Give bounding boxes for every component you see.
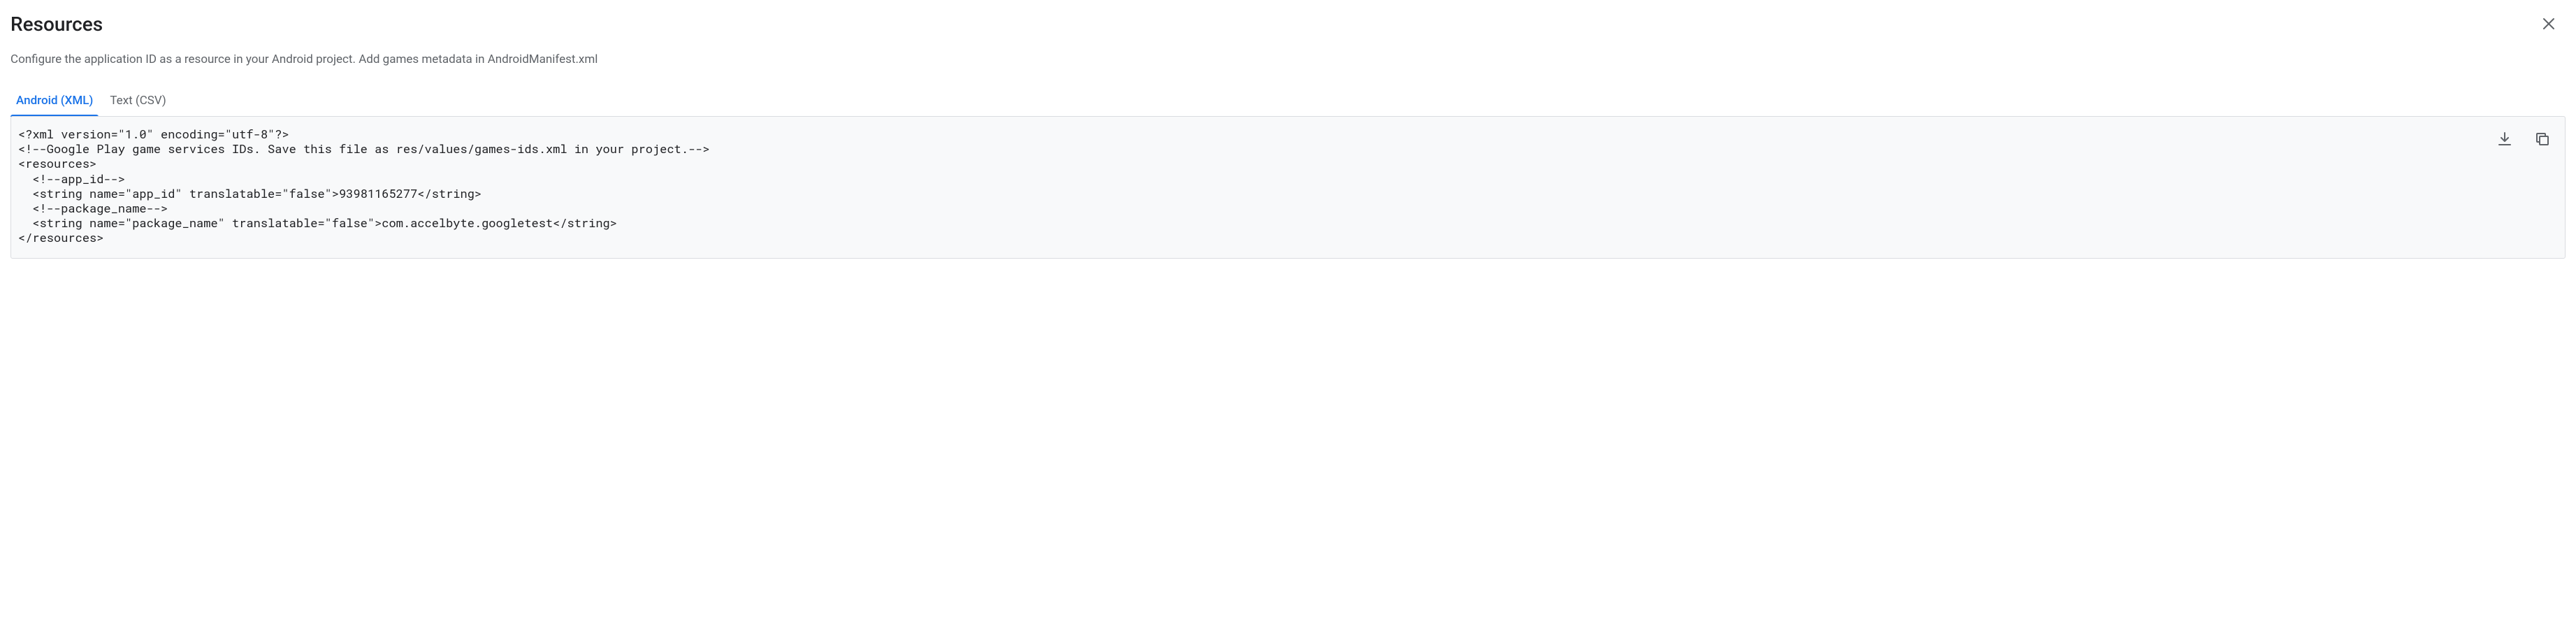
code-actions [2492,117,2565,152]
tab-bar: Android (XML) Text (CSV) [10,87,2566,116]
header-row: Resources [10,13,2566,38]
code-block[interactable]: <?xml version="1.0" encoding="utf-8"?> <… [11,117,2492,258]
copy-button[interactable] [2530,127,2555,152]
close-icon [2540,15,2557,32]
page-title: Resources [10,13,103,36]
download-icon [2496,131,2513,148]
close-button[interactable] [2535,10,2563,38]
code-panel: <?xml version="1.0" encoding="utf-8"?> <… [10,116,2566,259]
resources-dialog: Resources Configure the application ID a… [0,0,2576,259]
tab-android-xml[interactable]: Android (XML) [10,87,99,116]
download-button[interactable] [2492,127,2517,152]
tab-text-csv[interactable]: Text (CSV) [104,87,171,116]
copy-icon [2534,131,2551,148]
subtitle-text: Configure the application ID as a resour… [10,52,2566,67]
